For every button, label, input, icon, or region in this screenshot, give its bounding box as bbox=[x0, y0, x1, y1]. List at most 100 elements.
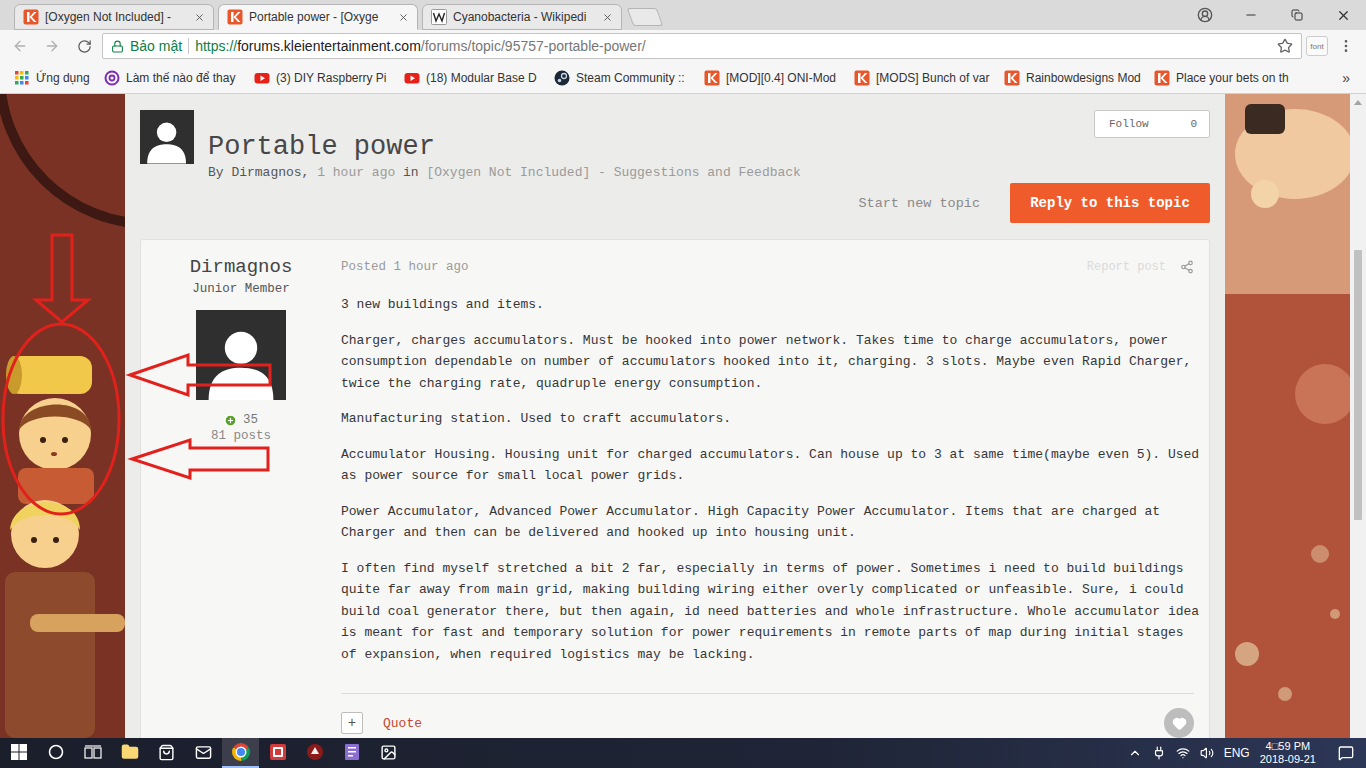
forward-button[interactable] bbox=[38, 32, 66, 60]
bookmark-star-icon[interactable] bbox=[1277, 38, 1293, 54]
multiquote-button[interactable]: + bbox=[341, 712, 363, 734]
like-button[interactable] bbox=[1164, 708, 1194, 738]
notes-app-icon bbox=[343, 743, 361, 761]
topic-author-avatar[interactable] bbox=[140, 110, 194, 164]
clock-date: 2018-09-21 bbox=[1260, 753, 1316, 766]
bookmark-label: Làm thế nào để thay bbox=[126, 71, 235, 85]
profile-button[interactable] bbox=[1182, 0, 1228, 30]
action-center-button[interactable] bbox=[1326, 738, 1366, 768]
reputation: 35 bbox=[224, 412, 258, 428]
scroll-track-upper bbox=[1350, 110, 1366, 250]
file-explorer-icon bbox=[121, 743, 139, 761]
taskbar-app[interactable] bbox=[185, 738, 222, 768]
scrollbar[interactable] bbox=[1350, 94, 1366, 738]
bookmark[interactable]: Ứng dụng bbox=[8, 66, 98, 90]
bookmark[interactable]: Rainbowdesigns Mod bbox=[998, 66, 1148, 90]
back-button[interactable] bbox=[6, 32, 34, 60]
address-bar[interactable]: Bảo mậthttps://forums.kleientertainment.… bbox=[102, 33, 1302, 59]
post-meta: Posted 1 hour agoReport post bbox=[341, 256, 1194, 278]
klei-icon bbox=[227, 9, 243, 25]
author-avatar[interactable] bbox=[196, 310, 286, 400]
more-bookmarks-button[interactable]: » bbox=[1334, 70, 1358, 86]
close-button[interactable] bbox=[1320, 0, 1366, 30]
restore-button[interactable] bbox=[1274, 0, 1320, 30]
report-post-link[interactable]: Report post bbox=[1087, 260, 1166, 274]
heart-icon bbox=[1172, 716, 1187, 731]
reply-button[interactable]: Reply to this topic bbox=[1010, 183, 1210, 223]
quote-link[interactable]: Quote bbox=[383, 716, 422, 731]
bookmark[interactable]: Place your bets on th bbox=[1148, 66, 1298, 90]
url: https://forums.kleientertainment.com/for… bbox=[195, 38, 1271, 54]
circle-annotation bbox=[3, 324, 119, 514]
bookmark[interactable]: (18) Modular Base D bbox=[398, 66, 548, 90]
taskbar-app[interactable] bbox=[333, 738, 370, 768]
duplicant-figure bbox=[5, 500, 125, 738]
right-art-panel bbox=[1225, 94, 1350, 738]
url-host: forums.kleientertainment.com bbox=[237, 38, 421, 54]
close-tab-icon[interactable] bbox=[602, 12, 613, 23]
taskbar-app[interactable] bbox=[370, 738, 407, 768]
klei-icon bbox=[1004, 70, 1020, 86]
power-icon[interactable] bbox=[1152, 746, 1166, 760]
clock[interactable]: 4□59 PM2018-09-21 bbox=[1260, 740, 1316, 766]
bookmark[interactable]: (3) DIY Raspberry Pi bbox=[248, 66, 398, 90]
down-arrow-annotation bbox=[36, 235, 88, 322]
wifi-icon[interactable] bbox=[1176, 746, 1190, 760]
menu-button[interactable] bbox=[1332, 32, 1360, 60]
at-sign-icon bbox=[104, 70, 120, 86]
klei-icon bbox=[23, 9, 39, 25]
browser-tab[interactable]: [Oxygen Not Included] - bbox=[14, 4, 214, 30]
taskbar-app[interactable] bbox=[259, 738, 296, 768]
cortana-ring-icon bbox=[48, 744, 64, 760]
minimize-button[interactable] bbox=[1228, 0, 1274, 30]
windows-logo-icon bbox=[11, 744, 27, 760]
game-app-icon bbox=[306, 743, 324, 761]
bookmark[interactable]: [MODS] Bunch of var bbox=[848, 66, 998, 90]
taskbar-app[interactable] bbox=[148, 738, 185, 768]
browser-tab[interactable]: Portable power - [Oxyge bbox=[218, 4, 418, 30]
mail-icon bbox=[195, 744, 212, 761]
author-name[interactable]: Dirmagnos bbox=[190, 256, 293, 278]
start-new-topic-link[interactable]: Start new topic bbox=[858, 196, 980, 211]
chrome-icon bbox=[232, 743, 250, 761]
taskbar-app[interactable] bbox=[111, 738, 148, 768]
bookmark[interactable]: Làm thế nào để thay bbox=[98, 66, 248, 90]
byline-part[interactable]: [Oxygen Not Included] - Suggestions and … bbox=[426, 164, 800, 182]
search-button[interactable] bbox=[37, 738, 74, 768]
topic-title: Portable power bbox=[208, 130, 1080, 164]
taskbar-app[interactable] bbox=[222, 738, 259, 768]
tab-label: [Oxygen Not Included] - bbox=[45, 10, 188, 24]
start-button[interactable] bbox=[0, 738, 37, 768]
input-language[interactable]: ENG bbox=[1224, 746, 1250, 760]
new-tab-button[interactable] bbox=[627, 8, 664, 26]
font-extension-button[interactable]: font bbox=[1306, 36, 1328, 56]
scroll-thumb[interactable] bbox=[1354, 250, 1362, 520]
byline-part[interactable]: 1 hour ago bbox=[317, 164, 395, 182]
task-view-button[interactable] bbox=[74, 738, 111, 768]
reputation-count: 35 bbox=[243, 412, 258, 428]
close-tab-icon[interactable] bbox=[398, 12, 409, 23]
follow-button[interactable]: Follow0 bbox=[1094, 110, 1210, 138]
post-paragraph: I often find myself stretched a bit 2 fa… bbox=[341, 558, 1201, 666]
bookmark[interactable]: Steam Community :: bbox=[548, 66, 698, 90]
bookmark-label: Place your bets on th bbox=[1176, 71, 1289, 85]
left-artwork bbox=[0, 94, 125, 738]
reputation-plus-icon bbox=[224, 414, 237, 427]
post-body: Posted 1 hour agoReport post3 new buildi… bbox=[341, 256, 1194, 738]
browser-tab[interactable]: Cyanobacteria - Wikipedi bbox=[422, 4, 622, 30]
duplicant-figure bbox=[6, 356, 94, 504]
share-icon[interactable] bbox=[1180, 260, 1194, 274]
url-scheme: https:// bbox=[195, 38, 237, 54]
reload-button[interactable] bbox=[70, 32, 98, 60]
volume-icon[interactable] bbox=[1200, 746, 1214, 760]
scroll-up-button[interactable] bbox=[1350, 94, 1366, 110]
taskbar-app[interactable] bbox=[296, 738, 333, 768]
klei-icon bbox=[1154, 70, 1170, 86]
left-arrow-annotation bbox=[132, 440, 268, 478]
youtube-icon bbox=[254, 70, 270, 86]
close-tab-icon[interactable] bbox=[194, 12, 205, 23]
bookmark[interactable]: [MOD][0.4] ONI-Mod bbox=[698, 66, 848, 90]
bookmark-label: (3) DIY Raspberry Pi bbox=[276, 71, 386, 85]
apps-grid-icon bbox=[14, 70, 30, 86]
show-hidden-icons-icon[interactable] bbox=[1128, 746, 1142, 760]
